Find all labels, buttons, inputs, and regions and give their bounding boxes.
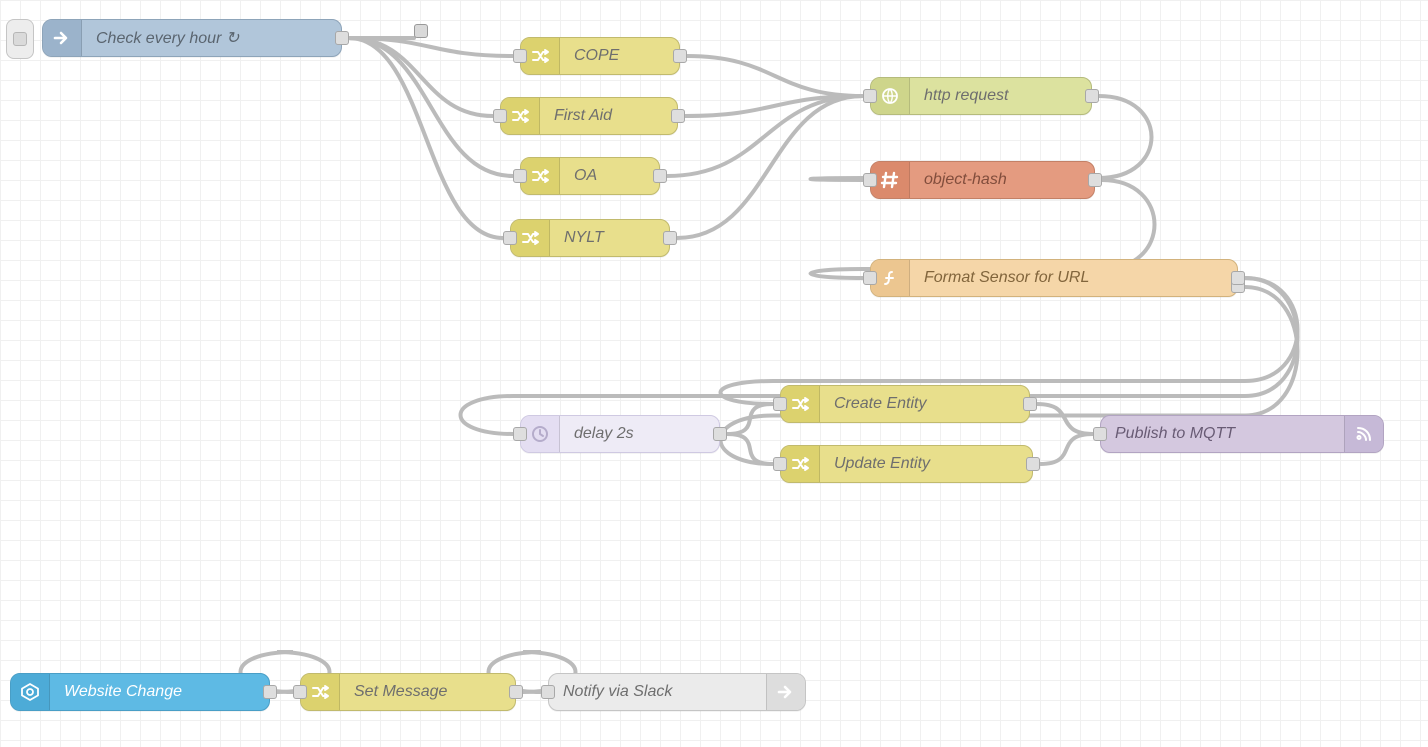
node-mqtt[interactable]: Publish to MQTT: [1100, 415, 1384, 453]
wire-canvas: [0, 0, 1428, 747]
node-format[interactable]: Format Sensor for URL: [870, 259, 1238, 297]
node-label: Check every hour ↻: [82, 20, 341, 56]
function-icon: [871, 260, 910, 296]
wire-inject-to-oa: [349, 38, 513, 176]
node-label: Publish to MQTT: [1101, 416, 1344, 452]
wire-delay-to-update: [727, 434, 773, 464]
node-http[interactable]: http request: [870, 77, 1092, 115]
wire-inject-to-cope: [349, 38, 513, 56]
node-label: NYLT: [550, 220, 669, 256]
node-label: Update Entity: [820, 446, 1032, 482]
wire-inject-to-nylt: [349, 38, 503, 238]
shuffle-icon: [521, 158, 560, 194]
node-nylt[interactable]: NYLT: [510, 219, 670, 257]
wire-create-to-mqtt: [1037, 404, 1093, 434]
node-slack[interactable]: Notify via Slack: [548, 673, 806, 711]
node-cope[interactable]: COPE: [520, 37, 680, 75]
wire-nylt-to-http: [677, 96, 863, 238]
wire-inject-to-firstaid: [349, 38, 493, 116]
shuffle-icon: [501, 98, 540, 134]
inject-trigger-button[interactable]: [6, 19, 34, 59]
node-label: COPE: [560, 38, 679, 74]
node-firstaid[interactable]: First Aid: [500, 97, 678, 135]
shuffle-icon: [781, 386, 820, 422]
node-label: Format Sensor for URL: [910, 260, 1237, 296]
node-label: http request: [910, 78, 1091, 114]
node-setmsg[interactable]: Set Message: [300, 673, 516, 711]
wire-cope-to-http: [687, 56, 863, 96]
node-inject[interactable]: Check every hour ↻: [42, 19, 342, 57]
node-label: Notify via Slack: [549, 674, 766, 710]
node-label: OA: [560, 158, 659, 194]
node-label: First Aid: [540, 98, 677, 134]
node-update[interactable]: Update Entity: [780, 445, 1033, 483]
wire-firstaid-to-http: [685, 96, 863, 116]
node-label: delay 2s: [560, 416, 719, 452]
shuffle-icon: [301, 674, 340, 710]
node-create[interactable]: Create Entity: [780, 385, 1030, 423]
node-label: Create Entity: [820, 386, 1029, 422]
node-label: object-hash: [910, 162, 1094, 198]
wire-update-to-mqtt: [1040, 434, 1093, 464]
arrow-right-icon: [43, 20, 82, 56]
clock-icon: [521, 416, 560, 452]
arrow-right-icon: [766, 674, 805, 710]
node-delay[interactable]: delay 2s: [520, 415, 720, 453]
node-label: Set Message: [340, 674, 515, 710]
wire-oa-to-http: [667, 96, 863, 176]
shuffle-icon: [521, 38, 560, 74]
node-oa[interactable]: OA: [520, 157, 660, 195]
globe-icon: [871, 78, 910, 114]
shuffle-icon: [781, 446, 820, 482]
rss-icon: [1344, 416, 1383, 452]
node-label: Website Change: [50, 674, 269, 710]
inject-extension-port: [414, 24, 428, 38]
bolt-icon: [11, 674, 50, 710]
node-hash[interactable]: object-hash: [870, 161, 1095, 199]
hash-icon: [871, 162, 910, 198]
shuffle-icon: [511, 220, 550, 256]
wire-delay-to-create: [727, 404, 773, 434]
node-website[interactable]: Website Change: [10, 673, 270, 711]
